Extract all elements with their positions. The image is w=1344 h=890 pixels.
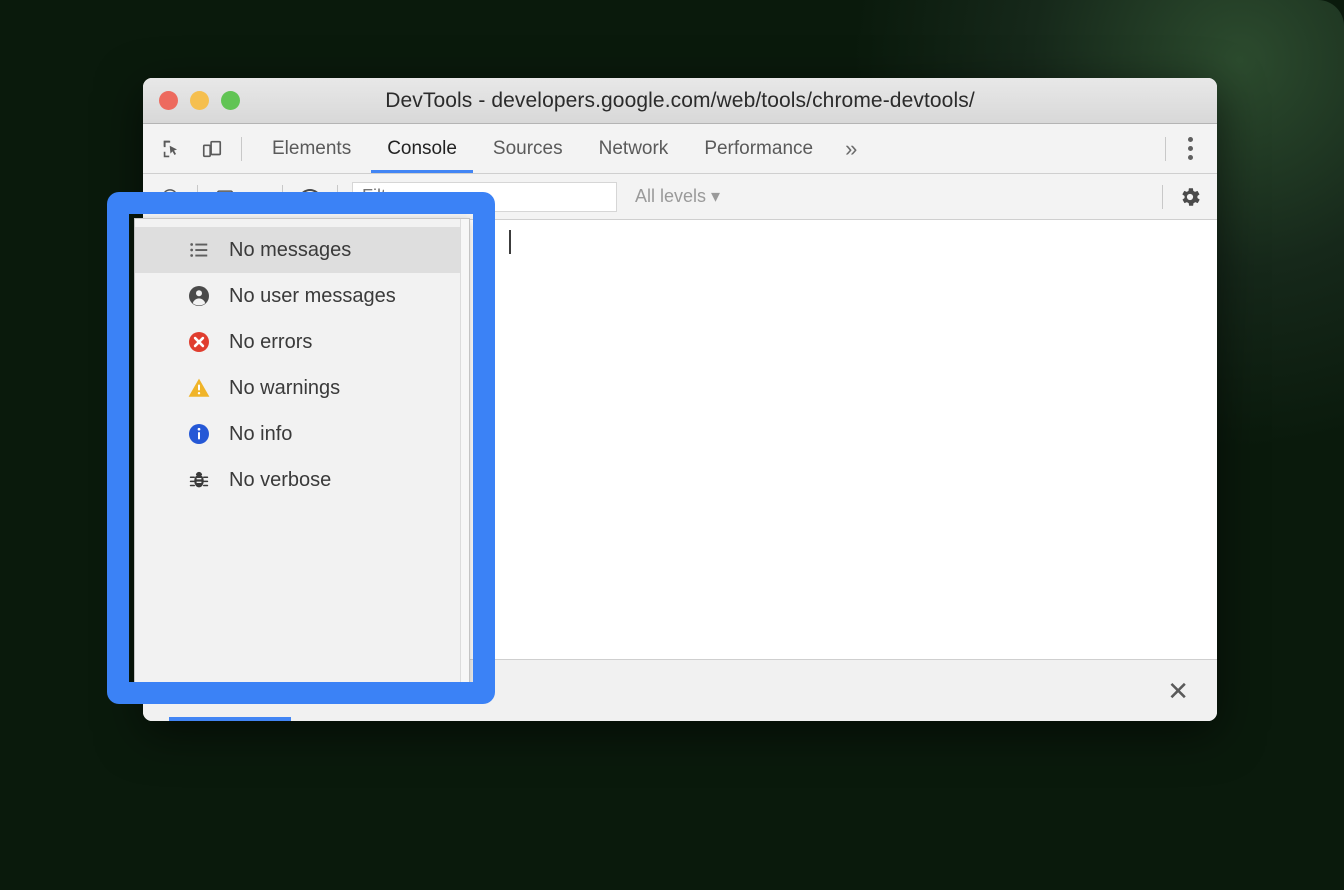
tab-elements[interactable]: Elements: [254, 124, 369, 173]
console-toolbar-right: [1158, 184, 1203, 210]
info-circle-icon: [187, 422, 211, 446]
dropdown-scrollbar[interactable]: [460, 219, 469, 685]
tab-label: Sources: [492, 137, 563, 159]
filter-input[interactable]: [352, 181, 617, 212]
dropdown-item-no-messages[interactable]: No messages: [135, 227, 469, 273]
tab-label: Console: [387, 137, 457, 159]
console-toolbar: ▾ All levels ▾: [143, 174, 1217, 220]
console-toolbar-divider-1: [197, 184, 198, 209]
tabstrip-tool-icons: [143, 124, 237, 173]
zoom-window-button[interactable]: [221, 91, 240, 110]
traffic-lights: [143, 91, 240, 110]
tabstrip-right-actions: [1161, 124, 1217, 173]
log-level-dropdown-menu: No messages No user messages No errors N…: [134, 218, 470, 686]
tabstrip-right-divider: [1165, 136, 1166, 161]
minimize-window-button[interactable]: [190, 91, 209, 110]
drawer-active-tab-indicator: [169, 717, 291, 721]
tab-label: Network: [598, 137, 669, 159]
tab-sources[interactable]: Sources: [475, 124, 581, 173]
kebab-menu-icon[interactable]: [1180, 133, 1201, 164]
console-toolbar-divider-4: [1162, 184, 1163, 209]
device-toolbar-icon[interactable]: [199, 136, 225, 162]
dropdown-item-no-errors[interactable]: No errors: [135, 319, 469, 365]
window-title: DevTools - developers.google.com/web/too…: [385, 88, 975, 112]
tab-console[interactable]: Console: [369, 124, 475, 173]
bug-icon: [187, 468, 211, 492]
dropdown-item-no-info[interactable]: No info: [135, 411, 469, 457]
panel-tabs: Elements Console Sources Network Perform…: [254, 124, 871, 173]
close-drawer-button[interactable]: ✕: [1161, 672, 1195, 710]
tabstrip-divider: [241, 136, 242, 161]
chevron-double-right-icon: »: [845, 135, 858, 161]
dropdown-item-no-verbose[interactable]: No verbose: [135, 457, 469, 503]
person-icon: [187, 284, 211, 308]
tab-label: Elements: [272, 137, 352, 159]
console-prompt-caret: [509, 230, 511, 254]
live-expression-eye-icon[interactable]: [297, 184, 323, 210]
context-selector-caret-icon[interactable]: ▾: [248, 184, 268, 210]
dropdown-item-label: No warnings: [229, 376, 341, 399]
console-toolbar-divider-3: [337, 184, 338, 209]
log-level-selector[interactable]: All levels ▾: [627, 186, 728, 207]
dropdown-item-label: No user messages: [229, 284, 396, 307]
close-window-button[interactable]: [159, 91, 178, 110]
list-icon: [187, 238, 211, 262]
window-titlebar: DevTools - developers.google.com/web/too…: [143, 78, 1217, 124]
dropdown-item-label: No errors: [229, 330, 313, 353]
tab-label: Performance: [704, 137, 814, 159]
execution-context-icon[interactable]: [212, 184, 238, 210]
log-level-dropdown-list: No messages No user messages No errors N…: [135, 219, 469, 503]
devtools-tabstrip: Elements Console Sources Network Perform…: [143, 124, 1217, 174]
dropdown-item-no-warnings[interactable]: No warnings: [135, 365, 469, 411]
tab-overflow-button[interactable]: »: [831, 124, 871, 173]
inspect-element-icon[interactable]: [159, 136, 185, 162]
dropdown-item-no-user-messages[interactable]: No user messages: [135, 273, 469, 319]
error-circle-icon: [187, 330, 211, 354]
dropdown-item-label: No verbose: [229, 468, 332, 491]
dropdown-item-label: No messages: [229, 238, 352, 261]
dropdown-item-label: No info: [229, 422, 293, 445]
tab-network[interactable]: Network: [581, 124, 687, 173]
gear-icon[interactable]: [1177, 184, 1203, 210]
clear-console-icon[interactable]: [157, 184, 183, 210]
console-toolbar-divider-2: [282, 184, 283, 209]
warning-triangle-icon: [187, 376, 211, 400]
tab-performance[interactable]: Performance: [686, 124, 831, 173]
